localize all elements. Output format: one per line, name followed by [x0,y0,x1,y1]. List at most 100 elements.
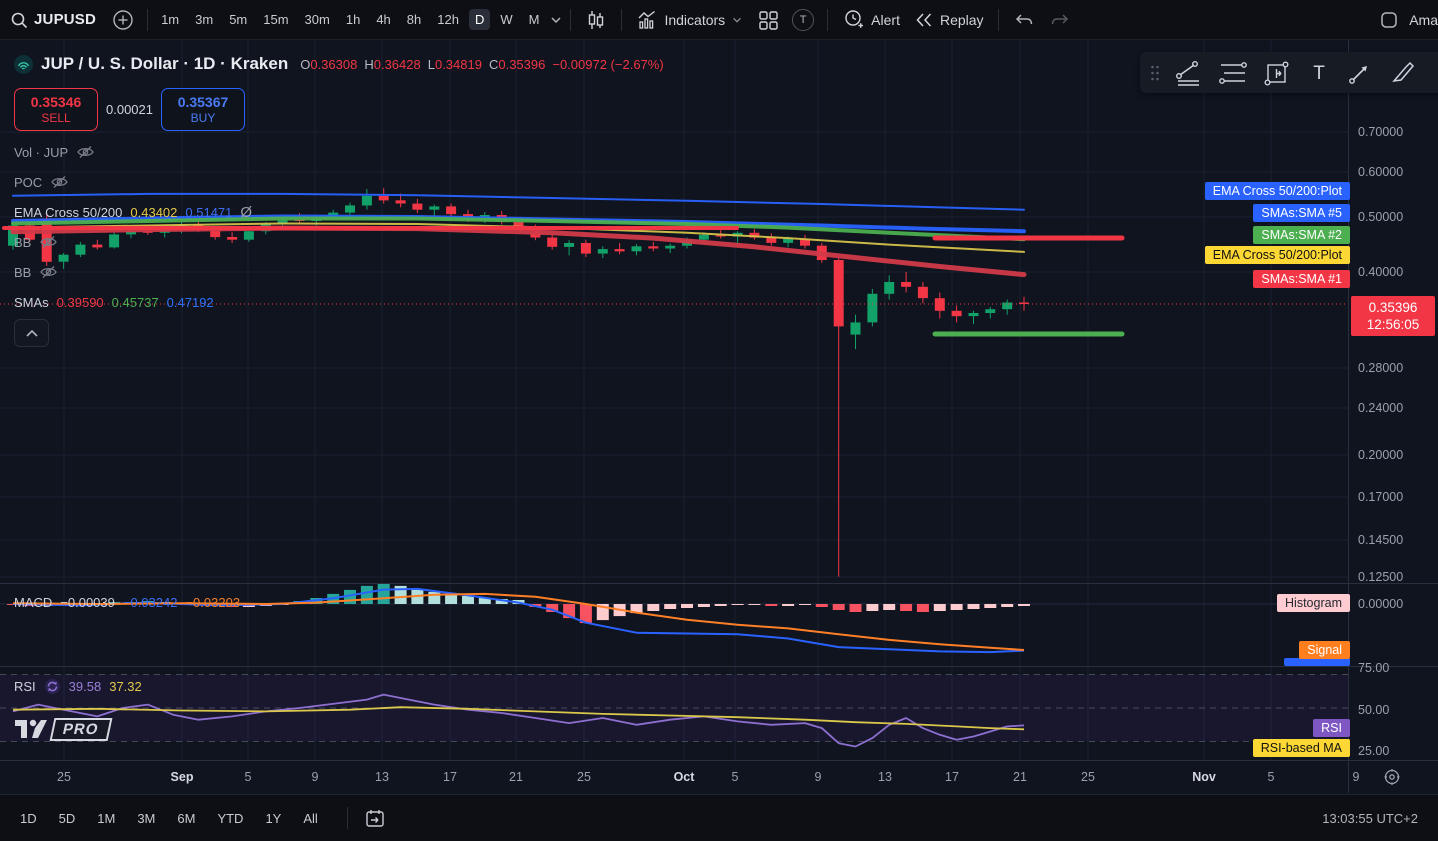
replay-button[interactable]: Replay [907,6,991,34]
range-button-All[interactable]: All [303,811,317,826]
bottom-toolbar: 1D 5D 1M 3M 6M YTD 1Y All 13:03:55 UTC+2 [0,794,1438,841]
ema-cross-legend-label: EMA Cross 50/200 [14,205,122,220]
text-tool-icon[interactable]: T [1306,60,1332,86]
plot-label-rsi[interactable]: RSI [1313,719,1350,737]
ohlc-values: O0.36308 H0.36428 L0.34819 C0.35396 −0.0… [300,57,663,72]
svg-text:5: 5 [1268,770,1275,784]
plot-label-rsi-ma[interactable]: RSI-based MA [1253,739,1350,757]
symbol-search-button[interactable]: JUPUSD [34,11,96,28]
svg-text:9: 9 [1353,770,1360,784]
buy-button[interactable]: 0.35367 BUY [161,88,245,131]
eye-off-icon[interactable] [50,175,69,189]
plot-label-sma5[interactable]: SMAs:SMA #5 [1253,204,1350,222]
svg-text:0.70000: 0.70000 [1358,125,1403,139]
plot-label-ema50[interactable]: EMA Cross 50/200:Plot [1205,246,1350,264]
svg-text:0.12500: 0.12500 [1358,570,1403,584]
template-button[interactable]: T [792,9,814,31]
interval-chevron-down-icon[interactable] [549,13,563,27]
svg-text:25: 25 [577,770,591,784]
tradingview-logo-icon [14,716,48,742]
interval-button-1m[interactable]: 1m [155,9,185,30]
plot-label-histogram[interactable]: Histogram [1277,594,1350,612]
date-range-group: 1D 5D 1M 3M 6M YTD 1Y All [20,811,340,826]
interval-button-12h[interactable]: 12h [431,9,465,30]
bb1-legend-label: BB [14,235,31,250]
interval-button-D[interactable]: D [469,9,490,30]
interval-button-4h[interactable]: 4h [370,9,396,30]
layout-grid-icon[interactable] [750,5,786,35]
plot-label-signal[interactable]: Signal [1299,641,1350,659]
interval-button-5m[interactable]: 5m [223,9,253,30]
compare-add-icon[interactable] [112,9,134,31]
search-icon[interactable] [10,11,28,29]
range-button-1D[interactable]: 1D [20,811,37,826]
svg-text:Oct: Oct [674,770,696,784]
macd-signal-value: −0.03203 [185,595,240,610]
arrow-tool-icon[interactable] [1346,59,1374,87]
horizontal-lines-tool-icon[interactable] [1218,59,1248,87]
alert-label: Alert [871,12,900,28]
undo-icon[interactable] [1006,5,1042,35]
interval-button-M[interactable]: M [523,9,546,30]
pro-badge: PRO [50,718,112,741]
plot-label-ema200[interactable]: EMA Cross 50/200:Plot [1205,182,1350,200]
interval-button-15m[interactable]: 15m [257,9,294,30]
indicators-button[interactable]: Indicators [629,5,750,35]
range-button-1M[interactable]: 1M [97,811,115,826]
rsi-refresh-icon[interactable] [44,678,61,695]
redo-icon[interactable] [1042,5,1078,35]
eye-off-icon[interactable] [39,265,58,279]
brush-tool-icon[interactable] [1388,59,1416,87]
chart-canvas[interactable]: 0.700000.600000.500000.400000.280000.240… [0,40,1438,793]
interval-button-1h[interactable]: 1h [340,9,366,30]
svg-text:0.24000: 0.24000 [1358,401,1403,415]
sell-button[interactable]: 0.35346 SELL [14,88,98,131]
clock-utc[interactable]: 13:03:55 UTC+2 [1322,811,1418,826]
layout-name[interactable]: Ama [1409,12,1438,28]
alert-button[interactable]: Alert [835,4,907,35]
legend-row-smas[interactable]: SMAs 0.39590 0.45737 0.47192 [14,292,214,312]
eye-off-icon[interactable] [39,235,58,249]
interval-button-3m[interactable]: 3m [189,9,219,30]
legend-row-bb2[interactable]: BB [14,262,58,282]
high-value: 0.36428 [374,57,421,72]
legend-row-rsi[interactable]: RSI 39.58 37.32 [14,676,142,696]
range-button-6M[interactable]: 6M [177,811,195,826]
range-button-5D[interactable]: 5D [59,811,76,826]
svg-text:17: 17 [443,770,457,784]
range-button-1Y[interactable]: 1Y [265,811,281,826]
volume-legend-label: Vol · JUP [14,145,68,160]
indicators-icon [636,9,658,31]
legend-row-bb1[interactable]: BB [14,232,58,252]
interval-button-30m[interactable]: 30m [299,9,336,30]
go-to-date-icon[interactable] [364,807,386,829]
range-button-YTD[interactable]: YTD [217,811,243,826]
alert-clock-icon [842,8,865,31]
projection-tool-icon[interactable] [1262,59,1292,87]
plot-label-macd-peek[interactable] [1284,658,1350,666]
svg-text:0.28000: 0.28000 [1358,361,1403,375]
svg-text:0.50000: 0.50000 [1358,210,1403,224]
open-value: 0.36308 [310,57,357,72]
chart-style-candles-icon[interactable] [578,5,614,35]
plot-label-sma1[interactable]: SMAs:SMA #1 [1253,270,1350,288]
legend-row-poc[interactable]: POC [14,172,69,192]
interval-button-W[interactable]: W [494,9,518,30]
drag-handle-icon[interactable] [1150,64,1160,82]
save-layout-icon[interactable] [1379,10,1399,30]
svg-text:9: 9 [815,770,822,784]
eye-off-icon[interactable] [76,145,95,159]
trend-line-tool-icon[interactable] [1174,59,1204,87]
range-button-3M[interactable]: 3M [137,811,155,826]
toolbar-divider [621,9,622,31]
drawing-toolbar: T [1140,52,1438,93]
legend-row-macd[interactable]: MACD −0.00039 −0.03242 −0.03203 [14,592,240,612]
plot-label-sma2[interactable]: SMAs:SMA #2 [1253,226,1350,244]
no-sync-icon[interactable]: Ø [240,204,252,221]
legend-row-volume[interactable]: Vol · JUP [14,142,95,162]
legend-row-ema-cross[interactable]: EMA Cross 50/200 0.43402 0.51471 Ø [14,202,252,222]
spread-value: 0.00021 [106,102,153,117]
interval-button-8h[interactable]: 8h [401,9,427,30]
collapse-legend-button[interactable] [14,319,49,347]
symbol-title[interactable]: JUP / U. S. Dollar · 1D · Kraken [41,54,288,74]
